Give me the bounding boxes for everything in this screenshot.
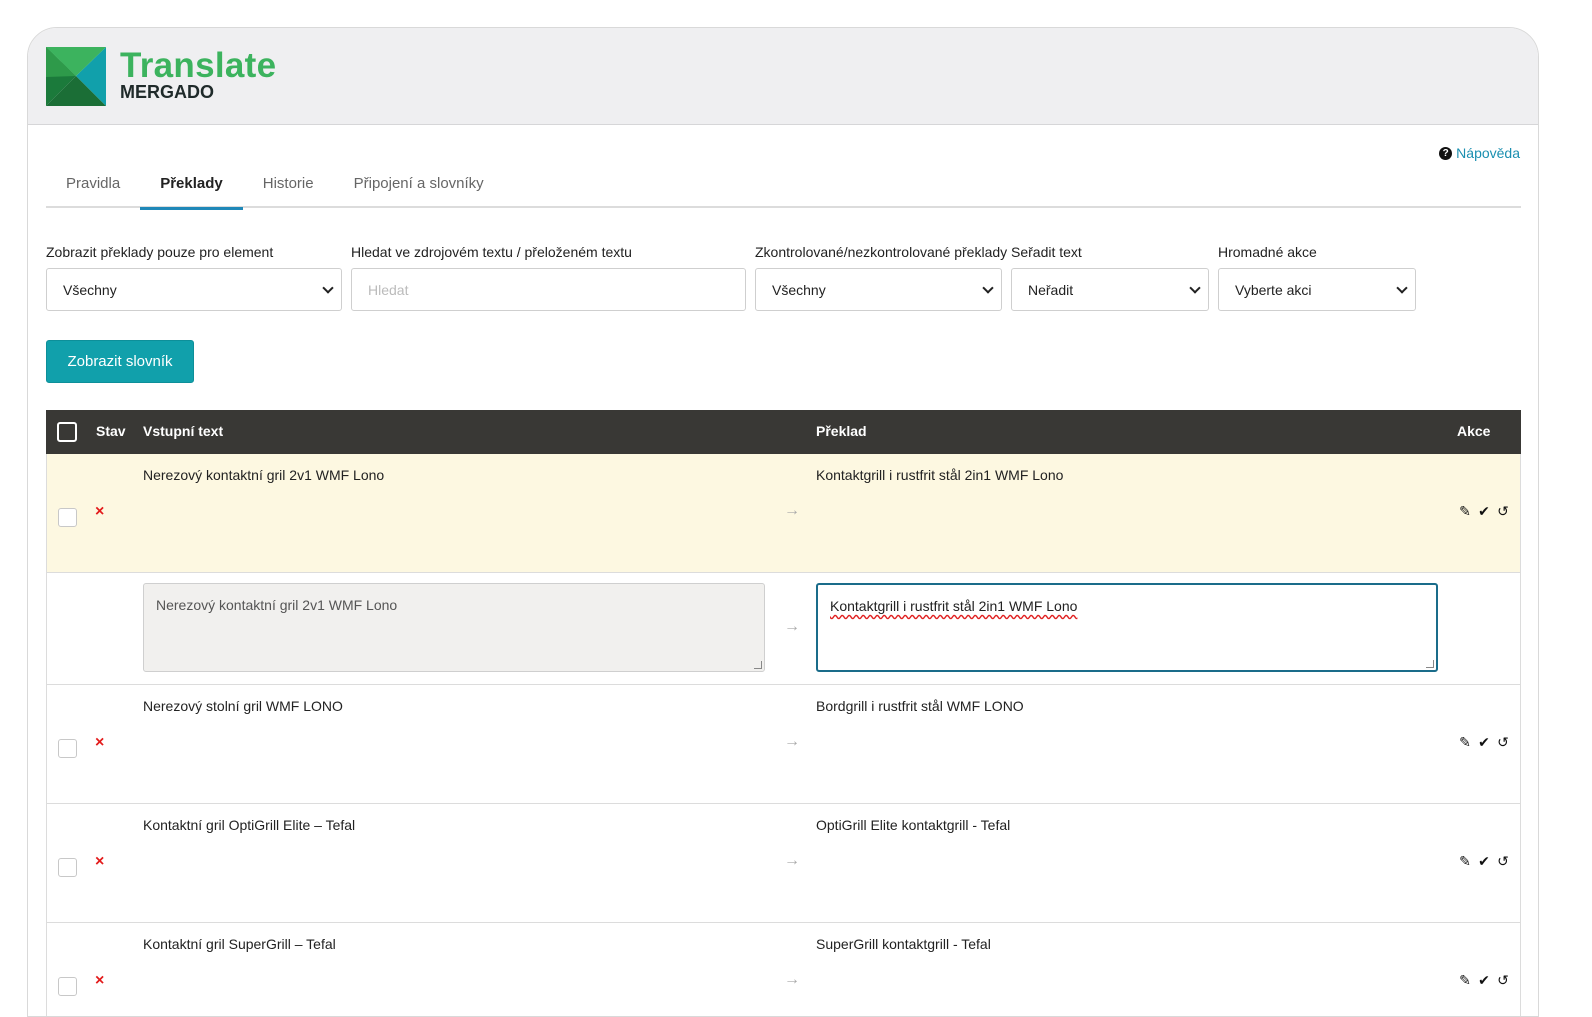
question-circle-icon: ? — [1439, 146, 1453, 160]
resize-handle-icon[interactable] — [754, 661, 762, 669]
pencil-icon[interactable]: ✎ — [1457, 734, 1473, 751]
source-text: Nerezový stolní gril WMF LONO — [143, 698, 343, 714]
row-checkbox[interactable] — [58, 508, 77, 527]
source-textarea[interactable]: Nerezový kontaktní gril 2v1 WMF Lono — [143, 583, 765, 672]
logo-mark-icon — [46, 47, 106, 106]
row-actions: ✎ ✔ ↺ — [1457, 503, 1511, 520]
logo: Translate MERGADO — [46, 47, 276, 106]
chevron-down-icon — [1396, 282, 1408, 294]
history-icon[interactable]: ↺ — [1495, 853, 1511, 870]
table-row: × Kontaktní gril SuperGrill – Tefal → Su… — [46, 923, 1521, 1016]
app-window: Translate MERGADO ? Nápověda Pravidla Př… — [27, 27, 1539, 1017]
row-checkbox[interactable] — [58, 858, 77, 877]
select-all-checkbox[interactable] — [57, 422, 77, 442]
element-filter-label: Zobrazit překlady pouze pro element — [46, 244, 274, 260]
edit-row: Nerezový kontaktní gril 2v1 WMF Lono → K… — [46, 573, 1521, 685]
tab-historie[interactable]: Historie — [243, 163, 334, 208]
checked-filter: Zkontrolované/nezkontrolované překlady V… — [755, 244, 1007, 311]
bulk-select[interactable]: Vyberte akci — [1218, 268, 1416, 311]
translation-text: Kontaktgrill i rustfrit stål 2in1 WMF Lo… — [816, 467, 1064, 483]
table-row: × Nerezový stolní gril WMF LONO → Bordgr… — [46, 685, 1521, 804]
arrow-right-icon: → — [784, 502, 800, 519]
row-actions: ✎ ✔ ↺ — [1457, 734, 1511, 751]
arrow-right-icon: → — [784, 971, 800, 988]
history-icon[interactable]: ↺ — [1495, 503, 1511, 520]
unchecked-status-icon: × — [95, 503, 105, 520]
pencil-icon[interactable]: ✎ — [1457, 972, 1473, 989]
unchecked-status-icon: × — [95, 853, 105, 870]
bulk-filter: Hromadné akce Vyberte akci — [1218, 244, 1416, 311]
tab-pravidla[interactable]: Pravidla — [46, 163, 140, 208]
arrow-right-icon: → — [784, 733, 800, 750]
arrow-right-icon: → — [784, 852, 800, 869]
search-filter: Hledat ve zdrojovém textu / přeloženém t… — [351, 244, 746, 311]
source-textarea-value: Nerezový kontaktní gril 2v1 WMF Lono — [156, 597, 398, 613]
table-header: Stav Vstupní text Překlad Akce — [46, 410, 1521, 454]
logo-subtitle: MERGADO — [120, 82, 214, 102]
row-checkbox[interactable] — [58, 739, 77, 758]
translation-textarea-value: Kontaktgrill i rustfrit stål 2in1 WMF Lo… — [830, 598, 1078, 614]
table-row: × Kontaktní gril OptiGrill Elite – Tefal… — [46, 804, 1521, 923]
row-actions: ✎ ✔ ↺ — [1457, 972, 1511, 989]
help-link[interactable]: ? Nápověda — [1439, 145, 1520, 161]
source-text: Kontaktní gril OptiGrill Elite – Tefal — [143, 817, 356, 833]
chevron-down-icon — [982, 282, 994, 294]
translation-textarea[interactable]: Kontaktgrill i rustfrit stål 2in1 WMF Lo… — [816, 583, 1438, 672]
sort-filter: Seřadit text Neřadit — [1011, 244, 1209, 311]
sort-filter-label: Seřadit text — [1011, 244, 1082, 260]
unchecked-status-icon: × — [95, 972, 105, 989]
checked-filter-label: Zkontrolované/nezkontrolované překlady — [755, 244, 1008, 260]
arrow-right-icon: → — [784, 618, 800, 635]
translation-text: OptiGrill Elite kontaktgrill - Tefal — [816, 817, 1011, 833]
element-select-value: Všechny — [63, 281, 117, 298]
element-filter: Zobrazit překlady pouze pro element Všec… — [46, 244, 342, 311]
resize-handle-icon[interactable] — [1426, 660, 1434, 668]
chevron-down-icon — [322, 282, 334, 294]
header-actions: Akce — [1457, 423, 1491, 439]
pencil-icon[interactable]: ✎ — [1457, 853, 1473, 870]
search-input[interactable]: Hledat — [351, 268, 746, 311]
bulk-select-value: Vyberte akci — [1235, 281, 1312, 298]
row-checkbox[interactable] — [58, 977, 77, 996]
header-source: Vstupní text — [143, 423, 224, 439]
tab-bar: Pravidla Překlady Historie Připojení a s… — [46, 163, 1521, 210]
search-filter-label: Hledat ve zdrojovém textu / přeloženém t… — [351, 244, 632, 260]
unchecked-status-icon: × — [95, 734, 105, 751]
check-icon[interactable]: ✔ — [1476, 972, 1492, 989]
source-text: Nerezový kontaktní gril 2v1 WMF Lono — [143, 467, 385, 483]
show-dictionary-button[interactable]: Zobrazit slovník — [46, 340, 194, 383]
sort-select[interactable]: Neřadit — [1011, 268, 1209, 311]
bulk-filter-label: Hromadné akce — [1218, 244, 1317, 260]
tab-preklady[interactable]: Překlady — [140, 163, 243, 210]
checked-select[interactable]: Všechny — [755, 268, 1002, 311]
chevron-down-icon — [1189, 282, 1201, 294]
translation-text: Bordgrill i rustfrit stål WMF LONO — [816, 698, 1024, 714]
history-icon[interactable]: ↺ — [1495, 734, 1511, 751]
header-status: Stav — [96, 423, 126, 439]
search-placeholder: Hledat — [368, 281, 409, 298]
table-row: × Nerezový kontaktní gril 2v1 WMF Lono →… — [46, 454, 1521, 573]
sort-select-value: Neřadit — [1028, 281, 1074, 298]
pencil-icon[interactable]: ✎ — [1457, 503, 1473, 520]
help-label: Nápověda — [1456, 145, 1520, 161]
logo-title: Translate — [120, 46, 277, 85]
translation-text: SuperGrill kontaktgrill - Tefal — [816, 936, 991, 952]
check-icon[interactable]: ✔ — [1476, 734, 1492, 751]
app-header: Translate MERGADO — [28, 28, 1538, 125]
check-icon[interactable]: ✔ — [1476, 503, 1492, 520]
header-translation: Překlad — [816, 423, 867, 439]
history-icon[interactable]: ↺ — [1495, 972, 1511, 989]
translations-table: Stav Vstupní text Překlad Akce × Nerezov… — [46, 410, 1521, 1016]
checked-select-value: Všechny — [772, 281, 826, 298]
source-text: Kontaktní gril SuperGrill – Tefal — [143, 936, 336, 952]
element-select[interactable]: Všechny — [46, 268, 342, 311]
check-icon[interactable]: ✔ — [1476, 853, 1492, 870]
row-actions: ✎ ✔ ↺ — [1457, 853, 1511, 870]
tab-pripojeni[interactable]: Připojení a slovníky — [334, 163, 504, 208]
